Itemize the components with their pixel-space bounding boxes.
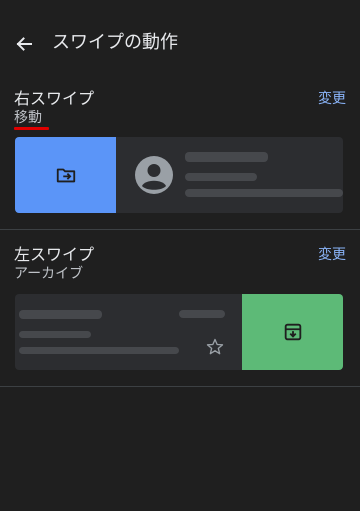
swipe-actions-screen: スワイプの動作 右スワイプ 移動 変更 左スワイプ アーカイブ 変更 bbox=[0, 0, 360, 511]
annotation-underline bbox=[14, 127, 49, 130]
section-divider bbox=[0, 229, 360, 230]
back-button[interactable] bbox=[10, 30, 38, 58]
placeholder-line bbox=[185, 152, 268, 162]
archive-icon bbox=[284, 323, 301, 341]
avatar-placeholder-icon bbox=[135, 156, 173, 194]
right-swipe-title: 右スワイプ bbox=[14, 89, 95, 108]
right-swipe-section: 右スワイプ 移動 変更 bbox=[0, 86, 360, 230]
placeholder-line bbox=[19, 331, 91, 338]
left-swipe-preview bbox=[15, 294, 343, 370]
placeholder-line bbox=[185, 173, 257, 181]
page-title: スワイプの動作 bbox=[52, 32, 178, 53]
right-swipe-preview bbox=[15, 137, 343, 213]
app-bar: スワイプの動作 bbox=[0, 0, 360, 88]
placeholder-line bbox=[19, 347, 179, 354]
right-swipe-action-background bbox=[15, 137, 116, 213]
placeholder-line bbox=[179, 310, 225, 318]
arrow-back-icon bbox=[16, 37, 32, 51]
right-swipe-action-label: 移動 bbox=[14, 110, 42, 126]
section-divider bbox=[0, 386, 360, 387]
left-swipe-section: 左スワイプ アーカイブ 変更 bbox=[0, 242, 360, 386]
move-to-folder-icon bbox=[56, 168, 75, 183]
right-swipe-change-button[interactable]: 変更 bbox=[318, 88, 346, 110]
star-icon bbox=[206, 338, 224, 355]
left-swipe-action-background bbox=[242, 294, 343, 370]
left-swipe-title: 左スワイプ bbox=[14, 245, 95, 264]
left-swipe-action-label: アーカイブ bbox=[14, 266, 84, 282]
left-swipe-change-button[interactable]: 変更 bbox=[318, 244, 346, 266]
placeholder-line bbox=[19, 310, 102, 319]
placeholder-line bbox=[185, 189, 343, 197]
